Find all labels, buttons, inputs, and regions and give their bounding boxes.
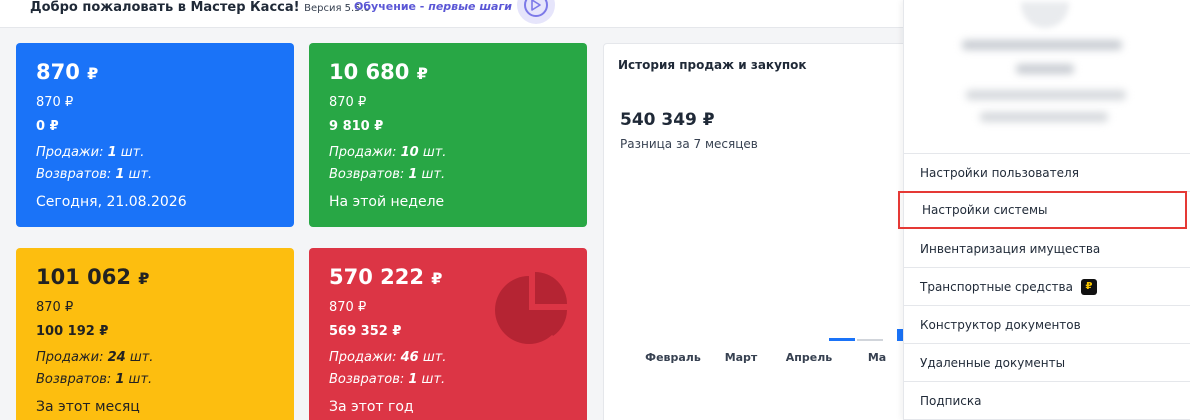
card-period: На этой неделе [329,194,445,210]
menu-item-system-settings[interactable]: Настройки системы [898,191,1187,229]
card-sales: Продажи: 10 шт. [329,145,447,160]
x-tick-label: Март [725,351,758,364]
x-tick-label: Ма [868,351,886,364]
profile-city-blurred [1016,64,1074,74]
card-period: За этот месяц [36,399,140,415]
chart-bar[interactable] [829,338,855,341]
menu-item-deleted-documents[interactable]: Удаленные документы [904,344,1190,382]
card-returns: Возвратов: 1 шт. [329,372,446,387]
menu-item-subscription[interactable]: Подписка [904,382,1190,420]
card-total: 101 062 ₽ [36,265,150,289]
tutorial-link[interactable]: Обучение - первые шаги [354,0,512,13]
welcome-text: Добро пожаловать в Мастер Касса! Версия … [30,0,370,15]
card-returns: Возвратов: 1 шт. [36,167,153,182]
stat-card-year[interactable]: 570 222 ₽ 870 ₽ 569 352 ₽ Продажи: 46 шт… [309,248,587,420]
x-tick-label: Апрель [786,351,833,364]
card-total: 870 ₽ [36,60,99,84]
card-period: За этот год [329,399,414,415]
x-tick-label: Февраль [645,351,701,364]
card-returns: Возвратов: 1 шт. [36,372,153,387]
card-line-purchases: 0 ₽ [36,119,59,134]
stat-card-today[interactable]: 870 ₽ 870 ₽ 0 ₽ Продажи: 1 шт. Возвратов… [16,43,294,227]
sales-chart[interactable]: Февраль Март Апрель Ма [604,44,924,420]
menu-item-user-settings[interactable]: Настройки пользователя [904,154,1190,192]
profile-name-blurred [962,40,1122,50]
menu-item-vehicles[interactable]: Транспортные средства ₽ [904,268,1190,306]
profile-extra-blurred [980,112,1108,122]
card-returns: Возвратов: 1 шт. [329,167,446,182]
card-line-purchases: 9 810 ₽ [329,119,384,134]
menu-item-document-builder[interactable]: Конструктор документов [904,306,1190,344]
user-dropdown-menu: Настройки пользователя Настройки системы… [898,0,1190,420]
sales-history-panel: История продаж и закупок 540 349 ₽ Разни… [603,43,923,420]
chart-bar[interactable] [857,339,883,341]
stat-card-month[interactable]: 101 062 ₽ 870 ₽ 100 192 ₽ Продажи: 24 шт… [16,248,294,420]
stat-card-week[interactable]: 10 680 ₽ 870 ₽ 9 810 ₽ Продажи: 10 шт. В… [309,43,587,227]
card-sales: Продажи: 46 шт. [329,350,447,365]
tutorial-emph: первые шаги [428,0,512,13]
card-total: 10 680 ₽ [329,60,428,84]
card-line-sum: 870 ₽ [329,95,367,110]
ruble-badge-icon: ₽ [1080,278,1097,295]
card-sales: Продажи: 1 шт. [36,145,145,160]
play-icon [524,0,548,17]
card-line-sum: 870 ₽ [36,300,74,315]
profile-info-blurred [904,0,1190,154]
card-period: Сегодня, 21.08.2026 [36,194,187,210]
tutorial-prefix: Обучение - [354,0,429,13]
card-line-purchases: 100 192 ₽ [36,324,109,339]
welcome-title: Добро пожаловать в Мастер Касса! [30,0,300,15]
profile-email-blurred [966,90,1126,100]
avatar [1021,2,1069,28]
menu-item-inventory[interactable]: Инвентаризация имущества [904,230,1190,268]
card-sales: Продажи: 24 шт. [36,350,154,365]
pie-chart-icon [495,272,567,344]
card-line-sum: 870 ₽ [36,95,74,110]
play-button[interactable] [517,0,555,24]
